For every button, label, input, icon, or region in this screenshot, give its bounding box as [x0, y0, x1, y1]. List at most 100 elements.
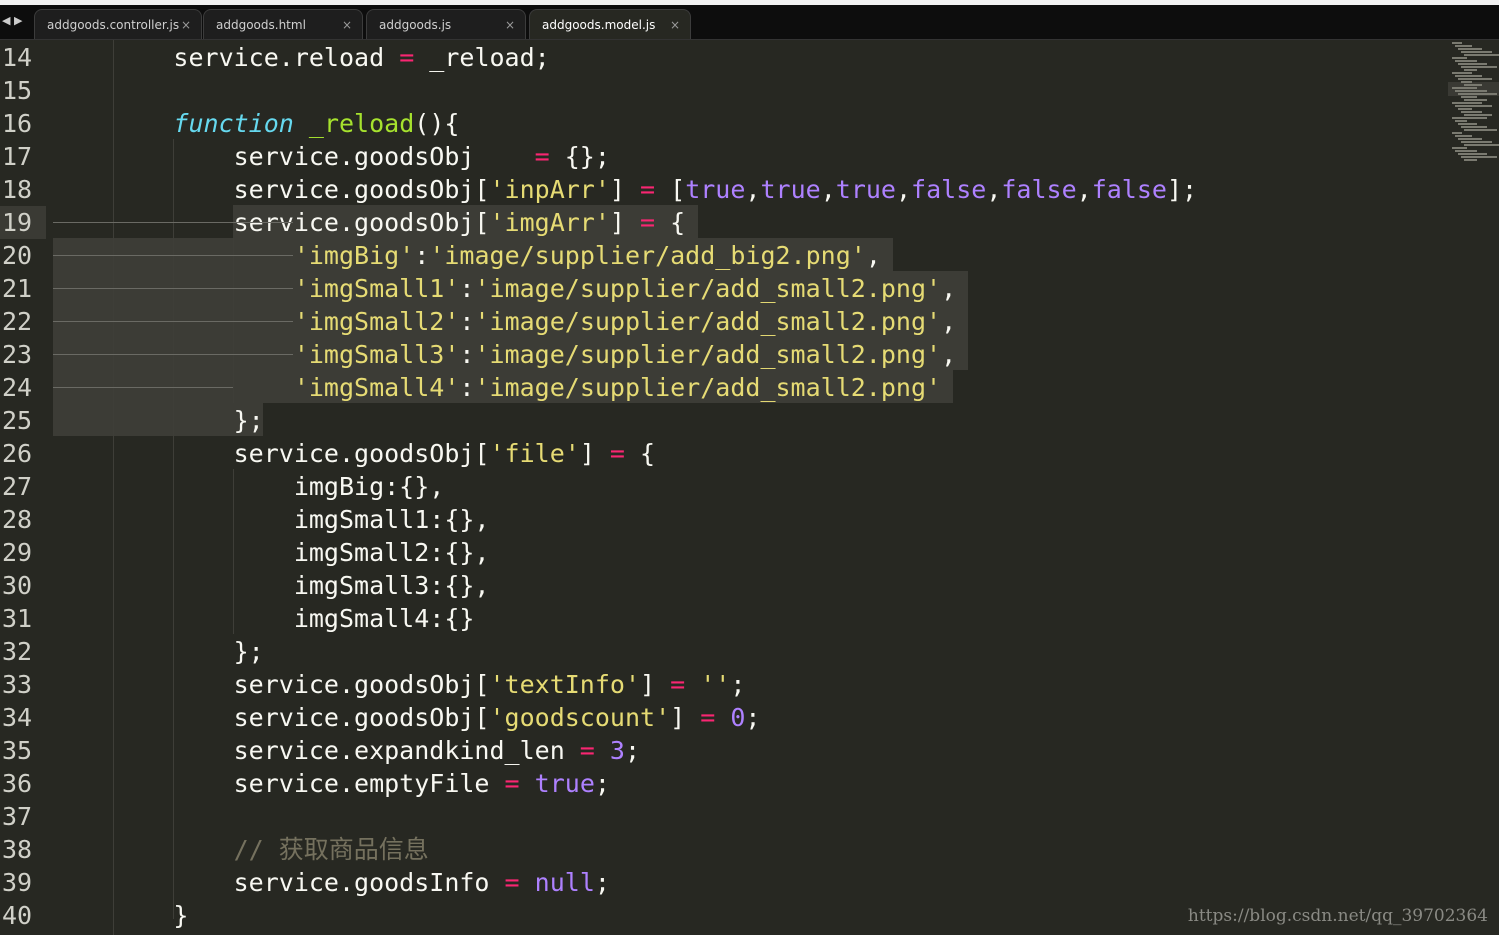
tab-label: addgoods.js: [379, 18, 452, 32]
minimap-line: [1455, 120, 1467, 122]
minimap-line: [1464, 159, 1477, 161]
code-line[interactable]: imgSmall3:{},: [53, 569, 490, 602]
code-token: service.goodsObj: [53, 142, 535, 171]
whitespace-marker: [53, 354, 293, 355]
code-token: ];: [1166, 175, 1198, 204]
code-token: ;: [745, 703, 761, 732]
code-line[interactable]: service.emptyFile = true;: [53, 767, 610, 800]
code-token: 'textInfo': [489, 670, 641, 699]
whitespace-marker: [53, 222, 293, 223]
minimap-line: [1452, 57, 1467, 59]
line-number: 37: [2, 802, 33, 831]
minimap-line: [1461, 141, 1492, 143]
code-token: imgSmall3:{},: [53, 571, 490, 600]
code-token: 'image/supplier/add_small2.png': [474, 373, 942, 402]
tab-addgoods-controller[interactable]: addgoods.controller.js ×: [34, 9, 202, 39]
whitespace-marker: [53, 255, 293, 256]
code-token: imgSmall1:{},: [53, 505, 490, 534]
minimap-line: [1452, 117, 1487, 119]
code-line[interactable]: // 获取商品信息: [53, 833, 429, 866]
tab-scroll-arrows-icon[interactable]: ◀ ▶: [2, 14, 22, 27]
code-line[interactable]: service.goodsInfo = null;: [53, 866, 610, 899]
minimap-line: [1464, 84, 1482, 86]
code-line[interactable]: imgSmall2:{},: [53, 536, 490, 569]
code-line[interactable]: service.goodsObj['file'] = {: [53, 437, 655, 470]
line-number: 40: [2, 901, 33, 930]
minimap-line: [1461, 81, 1472, 83]
code-line[interactable]: service.goodsObj['textInfo'] = '';: [53, 668, 746, 701]
line-number: 23: [2, 340, 33, 369]
whitespace-marker: [53, 321, 293, 322]
minimap[interactable]: [1448, 40, 1499, 161]
close-icon[interactable]: ×: [342, 10, 352, 40]
minimap-line: [1461, 96, 1477, 98]
code-token: {: [624, 439, 656, 468]
code-token: 3: [609, 736, 625, 765]
code-line[interactable]: imgSmall1:{},: [53, 503, 490, 536]
minimap-line: [1461, 51, 1492, 53]
code-token: ,: [865, 241, 881, 270]
code-editor[interactable]: service.reload = _reload; function _relo…: [53, 40, 1443, 935]
minimap-line: [1464, 144, 1499, 146]
minimap-line: [1458, 138, 1482, 140]
minimap-line: [1455, 75, 1482, 77]
code-token: ;: [594, 868, 610, 897]
close-icon[interactable]: ×: [505, 10, 515, 40]
code-token: ]: [640, 670, 671, 699]
code-token: imgBig:{},: [53, 472, 445, 501]
line-number: 17: [2, 142, 33, 171]
code-line[interactable]: }: [53, 899, 188, 932]
code-line[interactable]: service.goodsObj['inpArr'] = [true,true,…: [53, 173, 1197, 206]
tab-addgoods-js[interactable]: addgoods.js ×: [366, 9, 526, 39]
minimap-line: [1458, 108, 1472, 110]
minimap-line: [1452, 132, 1462, 134]
line-number: 31: [2, 604, 33, 633]
line-number: 16: [2, 109, 33, 138]
minimap-line: [1461, 156, 1497, 158]
code-token: ]: [609, 175, 641, 204]
line-number: 18: [2, 175, 33, 204]
code-line[interactable]: };: [53, 635, 264, 668]
code-line[interactable]: service.expandkind_len = 3;: [53, 734, 640, 767]
watermark: https://blog.csdn.net/qq_39702364: [1187, 906, 1488, 926]
code-token: {};: [549, 142, 610, 171]
line-number: 34: [2, 703, 33, 732]
code-token: 'file': [489, 439, 580, 468]
code-token: 'goodscount': [489, 703, 671, 732]
close-icon[interactable]: ×: [181, 10, 191, 40]
line-number: 36: [2, 769, 33, 798]
code-line[interactable]: };: [53, 404, 264, 437]
line-number: 27: [2, 472, 33, 501]
code-token: service.goodsObj[: [53, 439, 490, 468]
code-line[interactable]: imgSmall4:{}: [53, 602, 475, 635]
minimap-line: [1458, 78, 1492, 80]
code-line[interactable]: service.goodsObj = {};: [53, 140, 610, 173]
code-token: 'imgSmall3': [293, 340, 460, 369]
code-token: =: [579, 736, 595, 765]
minimap-line: [1464, 114, 1492, 116]
code-token: ,: [1076, 175, 1092, 204]
code-token: ,: [745, 175, 761, 204]
code-token: service.expandkind_len: [53, 736, 580, 765]
minimap-line: [1455, 45, 1472, 47]
tab-addgoods-html[interactable]: addgoods.html ×: [203, 9, 363, 39]
code-token: 'imgArr': [489, 208, 610, 237]
code-token: service.goodsObj[: [53, 703, 490, 732]
line-number: 30: [2, 571, 33, 600]
code-token: ,: [986, 175, 1002, 204]
close-icon[interactable]: ×: [670, 10, 680, 40]
minimap-line: [1458, 63, 1487, 65]
code-line[interactable]: imgBig:{},: [53, 470, 445, 503]
line-number: 26: [2, 439, 33, 468]
code-token: =: [399, 43, 415, 72]
code-token: [: [655, 175, 686, 204]
code-line[interactable]: service.reload = _reload;: [53, 41, 549, 74]
tab-addgoods-model[interactable]: addgoods.model.js ×: [529, 9, 691, 39]
code-token: // 获取商品信息: [233, 835, 429, 864]
code-token: =: [640, 208, 656, 237]
line-number: 33: [2, 670, 33, 699]
code-line[interactable]: function _reload(){: [53, 107, 459, 140]
minimap-line: [1455, 105, 1492, 107]
code-line[interactable]: service.goodsObj['goodscount'] = 0;: [53, 701, 761, 734]
